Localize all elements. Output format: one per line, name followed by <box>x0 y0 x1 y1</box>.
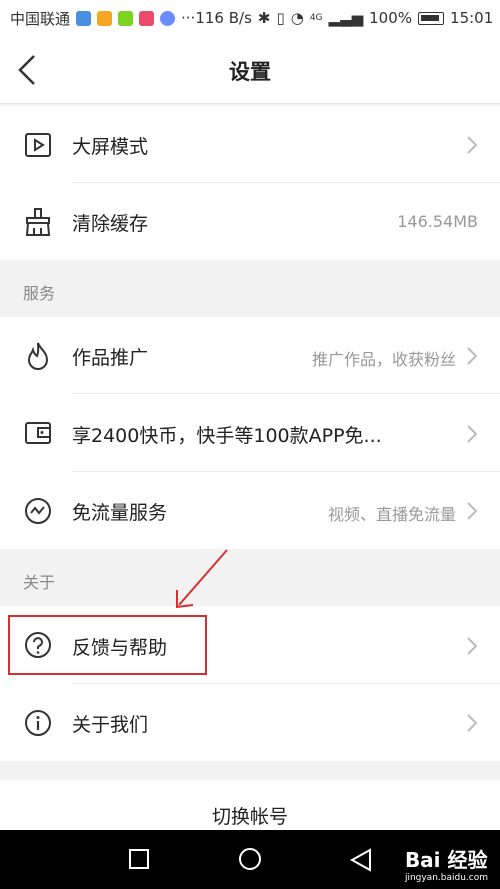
play-screen-icon <box>25 133 51 157</box>
free-data-service-row[interactable]: 免流量服务 视频、直播免流量 <box>0 472 500 549</box>
home-icon[interactable] <box>238 847 262 871</box>
big-screen-mode-row[interactable]: 大屏模式 <box>0 106 500 183</box>
watermark: Bai 经验 jingyan.baidu.com <box>405 844 488 883</box>
about-us-row[interactable]: 关于我们 <box>0 684 500 761</box>
app-header: 设置 <box>0 36 500 104</box>
about-section-header: 关于 <box>0 549 500 606</box>
free-data-service-label: 免流量服务 <box>72 502 168 524</box>
chevron-right-icon <box>467 425 478 443</box>
coins-offer-row[interactable]: 享2400快币，快手等100款APP免... <box>0 394 500 472</box>
coins-offer-label: 享2400快币，快手等100款APP免... <box>72 425 382 447</box>
data-wave-icon <box>25 498 51 524</box>
chevron-right-icon <box>467 714 478 732</box>
page-title: 设置 <box>229 60 271 84</box>
battery-percent: 100% <box>369 9 413 27</box>
switch-account-label: 切换帐号 <box>211 806 288 828</box>
annotation-arrow <box>176 549 228 609</box>
network-speed: 116 B/s <box>195 9 252 27</box>
broom-icon <box>25 208 51 236</box>
recent-apps-icon[interactable] <box>128 848 150 870</box>
promote-works-label: 作品推广 <box>72 347 149 369</box>
nav-back-icon[interactable] <box>350 848 372 872</box>
highlight-annotation-box <box>8 615 207 675</box>
bluetooth-icon: ✱ <box>257 9 271 27</box>
promote-works-hint: 推广作品，收获粉丝 <box>311 350 456 369</box>
vibrate-icon: ▯ <box>276 9 285 27</box>
wallet-icon <box>25 422 51 444</box>
chevron-right-icon <box>467 347 478 365</box>
app-notification-icon <box>76 10 92 26</box>
system-nav-bar: Bai 经验 jingyan.baidu.com <box>0 830 500 889</box>
about-us-label: 关于我们 <box>72 714 149 736</box>
chevron-right-icon <box>467 502 478 520</box>
signal-icon: ▂▃▅ <box>328 9 364 27</box>
app-notification-icon <box>118 10 134 26</box>
promote-works-row[interactable]: 作品推广 推广作品，收获粉丝 <box>0 317 500 394</box>
app-notification-icon <box>97 10 113 26</box>
watermark-brand: Bai 经验 <box>404 848 488 872</box>
wifi-icon: ◔ <box>290 9 304 27</box>
network-type: 4G <box>309 13 323 23</box>
cache-size-value: 146.54MB <box>397 212 478 231</box>
carrier-label: 中国联通 <box>10 9 71 28</box>
watermark-url: jingyan.baidu.com <box>404 873 488 883</box>
switch-account-button[interactable]: 切换帐号 <box>0 780 500 830</box>
clear-cache-label: 清除缓存 <box>72 213 149 235</box>
section-title: 关于 <box>23 573 56 592</box>
clear-cache-row[interactable]: 清除缓存 146.54MB <box>0 183 500 260</box>
app-notification-icon <box>160 10 176 26</box>
battery-icon <box>418 11 445 25</box>
app-notification-icon <box>139 10 155 26</box>
status-bar: 中国联通 ··· 116 B/s ✱ ▯ ◔ 4G ▂▃▅ 100% 15:01 <box>0 0 500 36</box>
section-title: 服务 <box>23 284 56 303</box>
services-section-header: 服务 <box>0 260 500 317</box>
big-screen-mode-label: 大屏模式 <box>72 136 149 158</box>
clock: 15:01 <box>450 9 494 27</box>
free-data-service-hint: 视频、直播免流量 <box>327 505 456 524</box>
chevron-right-icon <box>467 136 478 154</box>
fire-icon <box>27 342 49 370</box>
more-notifications-icon: ··· <box>181 9 196 27</box>
info-circle-icon <box>25 710 51 736</box>
chevron-right-icon <box>467 637 478 655</box>
